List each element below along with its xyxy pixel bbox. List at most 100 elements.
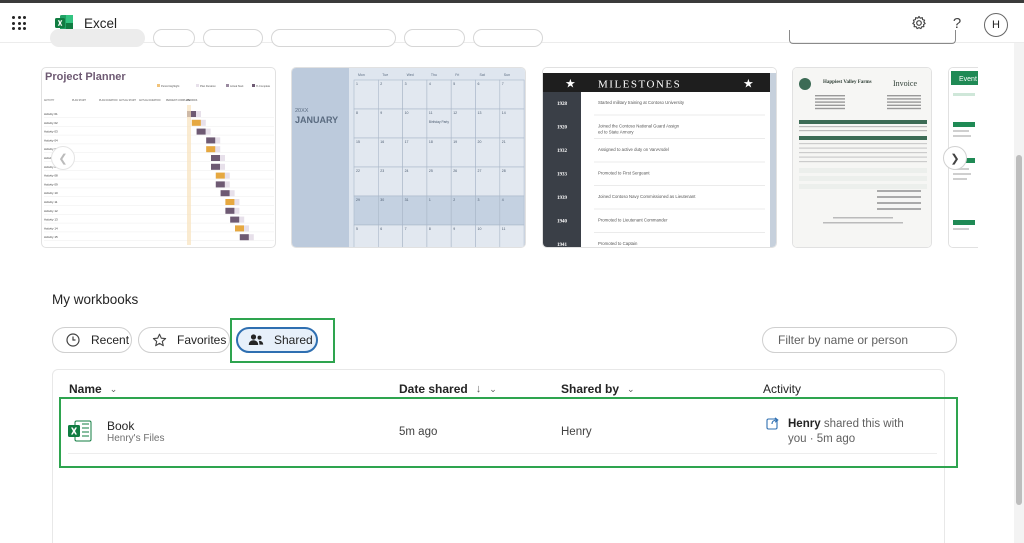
planner-row-label: Activity 03 <box>44 130 58 134</box>
calendar-date: 7 <box>502 82 504 86</box>
milestone-text: Joined Contoso Navy Commissioned as Lieu… <box>598 194 696 199</box>
planner-actual-bar <box>211 163 220 170</box>
invoice-line <box>799 147 927 149</box>
file-name[interactable]: Book <box>107 419 134 433</box>
category-pill[interactable] <box>203 29 263 47</box>
calendar-date: 10 <box>478 227 482 231</box>
planner-col-label: PLAN DURATION <box>99 99 118 102</box>
calendar-date: 5 <box>356 227 358 231</box>
calendar-date: 8 <box>429 227 431 231</box>
invoice-total-line <box>877 196 921 198</box>
calendar-date: 23 <box>380 169 384 173</box>
calendar-date: 20 <box>478 140 482 144</box>
invoice-footer-line <box>833 217 893 219</box>
calendar-day-label: Thu <box>431 73 437 77</box>
calendar-day-label: Sun <box>504 73 510 77</box>
invoice-total-line <box>877 202 921 204</box>
calendar-date: 1 <box>356 82 358 86</box>
planner-period-highlight <box>187 105 191 245</box>
calendar-event-note: Birthday Party <box>429 120 449 124</box>
template-milestones[interactable]: ★ ★ MILESTONES 1928 Started military trai… <box>542 67 777 248</box>
calendar-date: 12 <box>453 111 457 115</box>
invoice-band <box>799 184 927 189</box>
chevron-down-icon: ⌄ <box>627 383 635 394</box>
column-header-name[interactable]: Name ⌄ <box>69 382 117 396</box>
page-scrollbar[interactable] <box>1014 43 1024 543</box>
template-invoice[interactable]: Happiest Valley Farms Invoice <box>792 67 932 248</box>
calendar-date: 9 <box>380 111 382 115</box>
category-pill[interactable] <box>50 29 145 47</box>
planner-row-label: Activity 02 <box>44 121 58 125</box>
invoice-total-line <box>877 208 921 210</box>
activity-text: Henry shared this with <box>788 418 904 430</box>
activity-time: you · 5m ago <box>788 433 856 445</box>
calendar-date: 6 <box>380 227 382 231</box>
column-header-shared-by[interactable]: Shared by ⌄ <box>561 382 635 396</box>
excel-file-icon <box>68 420 92 442</box>
calendar-date: 2 <box>453 198 455 202</box>
planner-actual-bar <box>225 199 235 205</box>
planner-actual-bar <box>211 155 220 161</box>
category-pill[interactable] <box>473 29 543 47</box>
invoice-line <box>815 98 845 100</box>
category-pill[interactable] <box>153 29 195 47</box>
file-location: Henry's Files <box>107 433 165 444</box>
calendar-date: 1 <box>429 198 431 202</box>
calendar-year: 20XX <box>295 108 309 114</box>
calendar-date: 10 <box>405 111 409 115</box>
share-activity-icon <box>766 416 780 433</box>
filter-input[interactable]: Filter by name or person <box>762 327 957 353</box>
calendar-date: 3 <box>405 82 407 86</box>
category-pill[interactable] <box>271 29 396 47</box>
calendar-day-label: Tue <box>382 73 388 77</box>
scrollbar-thumb[interactable] <box>1016 155 1022 505</box>
calendar-date: 26 <box>453 169 457 173</box>
column-label: Date shared <box>399 382 468 396</box>
template-calendar[interactable]: 20XX JANUARY Mon Tue Wed Thu Fri Sat Sun 1 2 3 4 5 6… <box>291 67 526 248</box>
calendar-date: 3 <box>478 198 480 202</box>
planner-actual-bar <box>206 146 216 153</box>
tab-favorites[interactable]: Favorites <box>138 327 230 353</box>
section-title: My workbooks <box>52 292 139 307</box>
planner-row-label: Activity 11 <box>44 200 58 204</box>
invoice-line <box>887 101 921 103</box>
calendar-date: 8 <box>356 111 358 115</box>
planner-actual-bar <box>239 234 249 241</box>
carousel-prev-arrow-icon[interactable]: ❮ <box>51 146 75 170</box>
invoice-line <box>815 101 845 103</box>
calendar-date: 17 <box>405 140 409 144</box>
calendar-date: 7 <box>405 227 407 231</box>
planner-legend-swatch <box>157 84 160 87</box>
tab-label: Favorites <box>177 333 227 347</box>
planner-col-label: ACTIVITY <box>44 99 55 102</box>
tab-shared[interactable]: Shared <box>236 327 318 353</box>
template-project-planner[interactable]: Project Planner ACTIVITY PLAN START PLAN D… <box>41 67 276 248</box>
milestone-text: Assigned to active duty on VanArsdel <box>598 147 669 152</box>
invoice-line <box>799 126 927 128</box>
template-search-box[interactable] <box>789 30 956 44</box>
planner-col-label: ACTUAL DURATION <box>139 99 161 102</box>
calendar-date: 11 <box>502 227 506 231</box>
tab-recent[interactable]: Recent <box>52 327 132 353</box>
column-header-date-shared[interactable]: Date shared ↓ ⌄ <box>399 382 497 396</box>
carousel-next-arrow-icon[interactable]: ❯ <box>943 146 967 170</box>
milestone-text: ed to State Armory <box>598 130 634 135</box>
calendar-date: 27 <box>478 169 482 173</box>
app-launcher-icon[interactable] <box>12 16 26 30</box>
planner-actual-bar <box>206 137 216 144</box>
milestone-text: Joined the Contoso National Guard Assign <box>598 124 680 129</box>
planner-actual-bar <box>230 216 240 223</box>
star-icon: ★ <box>565 77 576 91</box>
date-shared: 5m ago <box>399 426 438 438</box>
user-avatar[interactable]: H <box>984 13 1008 37</box>
planner-row-label: Activity 08 <box>44 174 58 178</box>
category-pill[interactable] <box>404 29 465 47</box>
milestones-preview: ★ ★ MILESTONES 1928 Started military trai… <box>543 68 776 247</box>
project-planner-preview: Project Planner ACTIVITY PLAN START PLAN D… <box>44 71 274 245</box>
planner-legend-label: Plan Duration <box>200 84 216 88</box>
calendar-date: 29 <box>356 198 360 202</box>
activity-action: shared this with <box>823 418 904 430</box>
calendar-date: 2 <box>380 82 382 86</box>
planner-row-label: Activity 04 <box>44 138 58 142</box>
calendar-date: 14 <box>502 111 506 115</box>
